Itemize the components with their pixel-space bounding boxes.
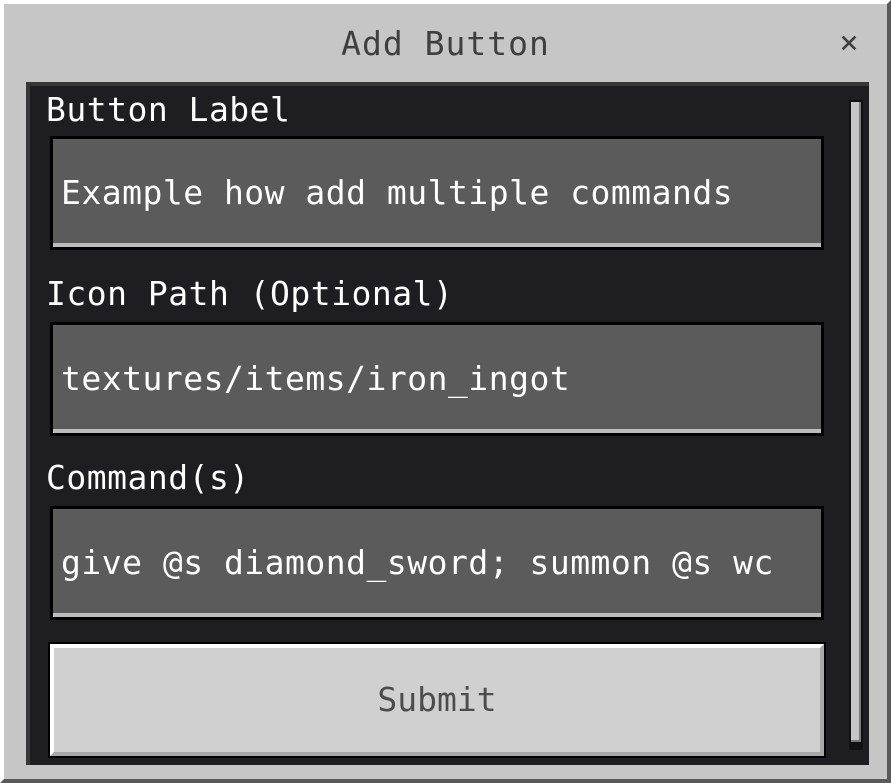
icon-path-value: textures/items/iron_ingot: [61, 359, 571, 398]
submit-button[interactable]: Submit: [48, 642, 826, 758]
scrollbar-thumb[interactable]: [851, 102, 861, 742]
close-icon[interactable]: ×: [829, 22, 869, 62]
icon-path-input[interactable]: textures/items/iron_ingot: [50, 322, 824, 436]
button-label-input[interactable]: Example how add multiple commands: [50, 136, 824, 250]
dialog-titlebar: Add Button ×: [4, 4, 887, 82]
button-label-heading: Button Label: [46, 90, 291, 129]
dialog-title: Add Button: [341, 24, 550, 63]
button-label-value: Example how add multiple commands: [61, 173, 734, 212]
commands-value: give @s diamond_sword; summon @s wc: [61, 543, 774, 582]
add-button-dialog: Add Button × Button Label Example how ad…: [0, 0, 891, 783]
scrollbar-track[interactable]: [849, 100, 863, 750]
commands-input[interactable]: give @s diamond_sword; summon @s wc: [50, 506, 824, 620]
dialog-content: Button Label Example how add multiple co…: [26, 82, 869, 765]
commands-heading: Command(s): [46, 458, 250, 497]
icon-path-heading: Icon Path (Optional): [46, 274, 454, 313]
